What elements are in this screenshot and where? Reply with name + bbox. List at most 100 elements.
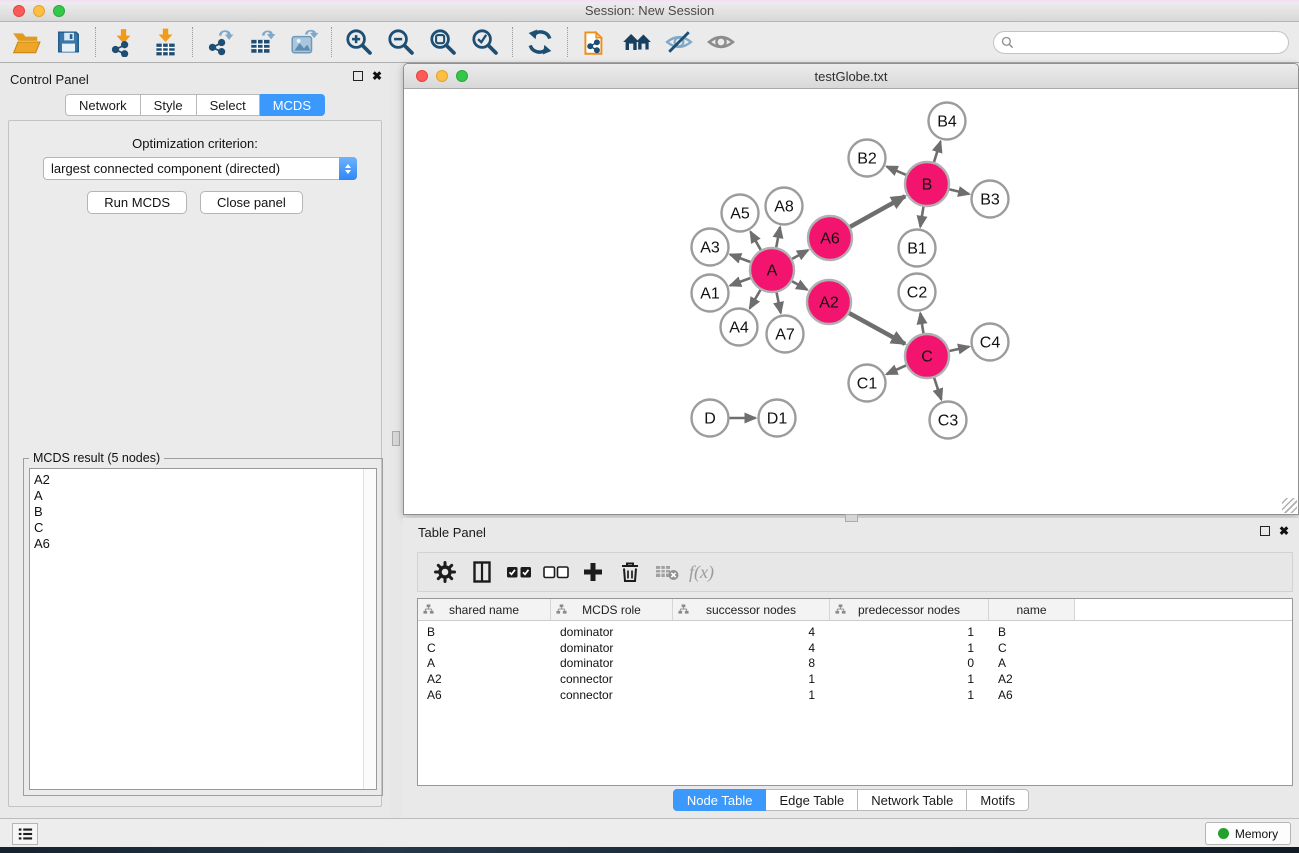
graph-node-A3[interactable]: A3: [692, 229, 729, 266]
result-item[interactable]: C: [34, 520, 376, 536]
save-session-icon[interactable]: [48, 24, 88, 60]
graph-node-A2[interactable]: A2: [807, 280, 851, 324]
graph-edge-A-A8[interactable]: [776, 227, 780, 247]
hide-graphics-details-icon[interactable]: [659, 24, 699, 60]
graph-edge-A-A1[interactable]: [730, 278, 750, 286]
graph-edge-B-B2[interactable]: [887, 167, 906, 175]
graph-node-A[interactable]: A: [750, 248, 794, 292]
column-header-predecessor-nodes[interactable]: predecessor nodes: [830, 599, 989, 620]
graph-node-C3[interactable]: C3: [930, 402, 967, 439]
result-item[interactable]: A2: [34, 472, 376, 488]
zoom-fit-icon[interactable]: [423, 24, 463, 60]
graph-edge-A-A7[interactable]: [777, 293, 781, 313]
zoom-selected-icon[interactable]: [465, 24, 505, 60]
delete-row-icon[interactable]: [611, 555, 648, 589]
add-row-icon[interactable]: [574, 555, 611, 589]
tab-node-table[interactable]: Node Table: [673, 789, 767, 811]
network-canvas[interactable]: B4 B2 B B3 A8A5 A6 A3 B1 A A1 C2 A2 A4A7 C4 C C1 C3 D D1: [404, 89, 1298, 514]
close-panel-button[interactable]: Close panel: [200, 191, 303, 214]
graph-node-B2[interactable]: B2: [849, 140, 886, 177]
network-graph[interactable]: B4 B2 B B3 A8A5 A6 A3 B1 A A1 C2 A2 A4A7 C4 C C1 C3 D D1: [404, 89, 1298, 514]
resize-grip-icon[interactable]: [1282, 498, 1297, 513]
column-header-name[interactable]: name: [989, 599, 1075, 620]
export-image-icon[interactable]: [284, 24, 324, 60]
graph-edge-B-B3[interactable]: [949, 189, 969, 194]
graph-node-C4[interactable]: C4: [972, 324, 1009, 361]
search-field[interactable]: [993, 31, 1289, 54]
graph-node-A5[interactable]: A5: [722, 195, 759, 232]
splitter-handle[interactable]: [392, 431, 400, 446]
graph-node-D[interactable]: D: [692, 400, 729, 437]
table-row-B[interactable]: Bdominator41B: [418, 624, 1292, 640]
graph-node-B3[interactable]: B3: [972, 181, 1009, 218]
search-input[interactable]: [1018, 34, 1288, 52]
table-row-A2[interactable]: A2connector11A2: [418, 671, 1292, 687]
column-header-MCDS-role[interactable]: MCDS role: [551, 599, 673, 620]
run-mcds-button[interactable]: Run MCDS: [87, 191, 187, 214]
refresh-icon[interactable]: [520, 24, 560, 60]
tab-edge-table[interactable]: Edge Table: [766, 789, 858, 811]
select-all-icon[interactable]: [500, 555, 537, 589]
graph-edge-B-B4[interactable]: [934, 141, 941, 162]
graph-edge-A-A3[interactable]: [730, 254, 750, 262]
graph-edge-C-C2[interactable]: [920, 313, 923, 333]
graph-edge-C-C3[interactable]: [934, 378, 941, 400]
task-history-button[interactable]: [12, 823, 38, 845]
column-header-successor-nodes[interactable]: successor nodes: [673, 599, 830, 620]
column-header-shared-name[interactable]: shared name: [418, 599, 551, 620]
graph-node-C2[interactable]: C2: [899, 274, 936, 311]
show-graphics-details-icon[interactable]: [701, 24, 741, 60]
open-session-icon[interactable]: [6, 24, 46, 60]
table-row-A[interactable]: Adominator80A: [418, 656, 1292, 672]
scrollbar[interactable]: [363, 469, 376, 789]
table-row-A6[interactable]: A6connector11A6: [418, 687, 1292, 703]
criterion-select[interactable]: largest connected component (directed): [43, 157, 357, 180]
graph-node-A7[interactable]: A7: [767, 316, 804, 353]
graph-node-A6[interactable]: A6: [808, 216, 852, 260]
graph-node-C[interactable]: C: [905, 334, 949, 378]
graph-edge-A-A5[interactable]: [751, 232, 761, 250]
network-window-titlebar[interactable]: testGlobe.txt: [404, 64, 1298, 89]
vertical-splitter[interactable]: [390, 63, 403, 818]
network-from-file-icon[interactable]: [575, 24, 615, 60]
close-panel-icon[interactable]: ✖: [372, 71, 382, 81]
graph-edge-A2-C[interactable]: [849, 313, 905, 344]
graph-edge-C-C1[interactable]: [887, 365, 906, 374]
import-table-icon[interactable]: [145, 24, 185, 60]
show-column-icon[interactable]: [463, 555, 500, 589]
graph-edge-A6-B[interactable]: [850, 196, 905, 227]
tab-select[interactable]: Select: [197, 94, 260, 116]
tab-network-table[interactable]: Network Table: [858, 789, 967, 811]
tab-motifs[interactable]: Motifs: [967, 789, 1029, 811]
graph-node-A1[interactable]: A1: [692, 275, 729, 312]
deselect-all-icon[interactable]: [537, 555, 574, 589]
splitter-handle[interactable]: [845, 514, 858, 522]
close-panel-icon[interactable]: ✖: [1279, 526, 1289, 536]
export-table-icon[interactable]: [242, 24, 282, 60]
graph-edge-C-C4[interactable]: [949, 347, 969, 351]
tab-network[interactable]: Network: [65, 94, 141, 116]
float-panel-icon[interactable]: [1260, 526, 1270, 536]
houses-icon[interactable]: [617, 24, 657, 60]
graph-node-B4[interactable]: B4: [929, 103, 966, 140]
node-table[interactable]: shared nameMCDS rolesuccessor nodesprede…: [417, 598, 1293, 786]
graph-node-B1[interactable]: B1: [899, 230, 936, 267]
export-network-icon[interactable]: [200, 24, 240, 60]
zoom-in-icon[interactable]: [339, 24, 379, 60]
tab-mcds[interactable]: MCDS: [260, 94, 325, 116]
graph-node-C1[interactable]: C1: [849, 365, 886, 402]
graph-node-B[interactable]: B: [905, 162, 949, 206]
graph-node-A4[interactable]: A4: [721, 309, 758, 346]
graph-node-D1[interactable]: D1: [759, 400, 796, 437]
mcds-result-list[interactable]: A2ABCA6: [29, 468, 377, 790]
graph-edge-A-A2[interactable]: [792, 281, 807, 290]
graph-edge-A-A4[interactable]: [750, 290, 761, 308]
memory-button[interactable]: Memory: [1205, 822, 1291, 845]
zoom-out-icon[interactable]: [381, 24, 421, 60]
import-network-icon[interactable]: [103, 24, 143, 60]
tab-style[interactable]: Style: [141, 94, 197, 116]
float-panel-icon[interactable]: [353, 71, 363, 81]
table-row-C[interactable]: Cdominator41C: [418, 640, 1292, 656]
result-item[interactable]: B: [34, 504, 376, 520]
graph-node-A8[interactable]: A8: [766, 188, 803, 225]
